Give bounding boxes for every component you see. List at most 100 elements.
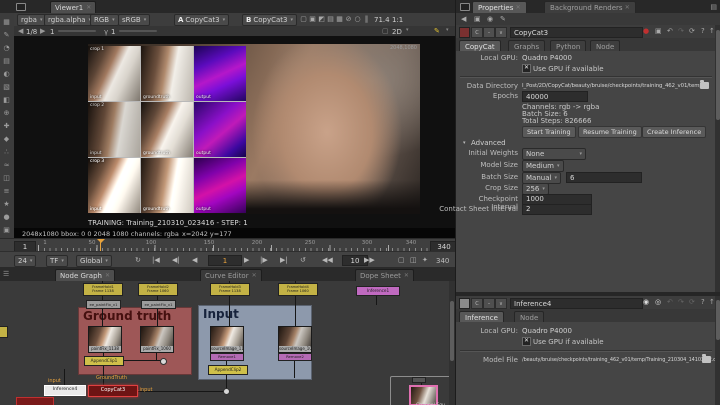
downrez-value[interactable]: 1/8 bbox=[26, 28, 37, 36]
eye-icon[interactable]: ◉ bbox=[487, 15, 493, 23]
transform-tool-icon[interactable]: ✚ bbox=[1, 120, 12, 131]
wipe-pencil-icon[interactable]: ✎ bbox=[434, 27, 440, 35]
help-icon[interactable]: ? bbox=[701, 298, 705, 306]
channel-tool-icon[interactable]: ▤ bbox=[1, 55, 12, 66]
back-icon[interactable]: ◀ bbox=[461, 15, 466, 23]
3d-tool-icon[interactable]: ◆ bbox=[1, 133, 12, 144]
initial-weights-dropdown[interactable]: None bbox=[522, 147, 586, 160]
node-name-field[interactable]: CopyCat3 bbox=[510, 27, 643, 38]
gamma-slider[interactable] bbox=[119, 30, 157, 32]
node-graph[interactable]: Ground truth Input FrameHold1 Frame 1138 … bbox=[0, 281, 455, 405]
model-file-value[interactable]: /beauty/bruise/checkpoints/training_462_… bbox=[522, 357, 720, 363]
redo-icon[interactable]: ↷ bbox=[678, 298, 684, 306]
node-paintfix-gizmo1[interactable]: ee_paintFix_v1 bbox=[86, 300, 121, 309]
lock-icon[interactable]: ▣ bbox=[474, 15, 481, 23]
viewer-menu-arrow-icon[interactable]: ▾ bbox=[446, 27, 449, 33]
node-dot[interactable] bbox=[160, 358, 167, 365]
use-gpu-checkbox[interactable] bbox=[522, 337, 531, 346]
node-remove2[interactable]: Remove2 bbox=[278, 353, 312, 361]
resume-training-button[interactable]: Resume Training bbox=[578, 126, 642, 138]
views-tool-icon[interactable]: ◫ bbox=[1, 172, 12, 183]
playhead-marker-icon[interactable] bbox=[97, 239, 105, 243]
display-channels-dropdown[interactable]: RGB bbox=[90, 14, 119, 26]
node-color-chip[interactable] bbox=[459, 27, 470, 38]
downrez-right-icon[interactable]: ▶ bbox=[40, 27, 45, 35]
node-remove1[interactable]: Remove1 bbox=[210, 353, 244, 361]
batch-size-field[interactable]: 6 bbox=[566, 172, 642, 183]
node-appendclip1[interactable]: AppendClip1 bbox=[84, 356, 124, 366]
node-copycat3[interactable]: CopyCat3 bbox=[88, 385, 138, 397]
gain-icon[interactable]: ▤ bbox=[326, 14, 335, 24]
node-color-chip[interactable] bbox=[459, 298, 470, 309]
filter-tool-icon[interactable]: ▧ bbox=[1, 81, 12, 92]
goto-end-icon[interactable]: ▶| bbox=[280, 256, 288, 264]
scrollbar-thumb[interactable] bbox=[716, 300, 720, 340]
node-inference1[interactable]: Inference1 bbox=[356, 286, 400, 296]
center-node-button[interactable]: C bbox=[471, 298, 483, 309]
roi-icon[interactable]: ▢ bbox=[299, 14, 308, 24]
display-mask-icon[interactable]: ▦ bbox=[335, 14, 344, 24]
deep-tool-icon[interactable]: ≈ bbox=[1, 159, 12, 170]
use-gpu-checkbox[interactable] bbox=[522, 64, 531, 73]
lock-range-icon[interactable]: ✦ bbox=[422, 256, 428, 264]
frame-decrement-icon[interactable]: ◀◀ bbox=[322, 256, 333, 264]
properties-scrollbar[interactable] bbox=[715, 25, 720, 292]
compare-icon[interactable]: ◎ bbox=[655, 298, 661, 306]
range-scope-dropdown[interactable]: Global bbox=[76, 255, 112, 267]
tab-viewer1[interactable]: Viewer1 ✕ bbox=[50, 1, 97, 13]
input-a-dropdown[interactable]: A CopyCat3 bbox=[174, 14, 230, 26]
other-tool-icon[interactable]: ● bbox=[1, 211, 12, 222]
inference-scrollbar[interactable] bbox=[715, 296, 720, 405]
node-source-thumb1[interactable]: sourceImage_1138 bbox=[210, 326, 244, 353]
wipe-icon[interactable]: ◩ bbox=[317, 14, 326, 24]
node-small[interactable] bbox=[412, 377, 426, 383]
particles-tool-icon[interactable]: ∴ bbox=[1, 146, 12, 157]
undo-icon[interactable]: ↶ bbox=[667, 298, 673, 306]
pencil-icon[interactable]: ✎ bbox=[500, 15, 506, 23]
timeline-ruler[interactable]: 1 1 50 100 150 200 250 300 340 340 bbox=[0, 238, 458, 252]
node-framehold3[interactable]: FrameHold3 Frame 1138 bbox=[210, 283, 250, 296]
folder-icon[interactable] bbox=[700, 80, 709, 89]
node-fragment[interactable] bbox=[16, 397, 54, 405]
center-node-button[interactable]: C bbox=[471, 27, 483, 38]
alpha-layer-dropdown[interactable]: rgba.alpha bbox=[44, 14, 96, 26]
next-keyframe-icon[interactable]: |▶ bbox=[260, 256, 268, 264]
colorspace-dropdown[interactable]: sRGB bbox=[118, 14, 151, 26]
metadata-tool-icon[interactable]: ≡ bbox=[1, 185, 12, 196]
node-framehold2[interactable]: FrameHold2 Frame 1060 bbox=[138, 283, 178, 296]
gain-slider[interactable] bbox=[58, 30, 96, 32]
goto-start-icon[interactable]: |◀ bbox=[152, 256, 160, 264]
merge-tool-icon[interactable]: ⊕ bbox=[1, 107, 12, 118]
loop-mode-icon[interactable]: ↻ bbox=[135, 256, 141, 264]
float-icon[interactable]: ↑ bbox=[709, 27, 715, 35]
gamma-value[interactable]: 1 bbox=[111, 28, 115, 36]
view-mode-value[interactable]: 2D bbox=[392, 28, 402, 36]
step-forward-icon[interactable]: ▶ bbox=[244, 256, 249, 264]
prev-keyframe-icon[interactable]: ◀| bbox=[172, 256, 180, 264]
node-paintfix-thumb1[interactable]: paintFix_1138 bbox=[88, 326, 122, 353]
contact-sheet-interval-field[interactable]: 2 bbox=[522, 203, 592, 215]
data-directory-value[interactable]: I_Post/2D/CopyCat/beauty/bruise/checkpoi… bbox=[522, 83, 705, 89]
downrez-left-icon[interactable]: ◀ bbox=[18, 27, 23, 35]
start-training-button[interactable]: Start Training bbox=[522, 126, 576, 138]
close-icon[interactable]: ✕ bbox=[252, 272, 257, 279]
occlusion-icon[interactable]: ○ bbox=[353, 14, 362, 24]
node-paintfix-thumb2[interactable]: paintFix_1060 bbox=[140, 326, 174, 353]
node-fragment[interactable] bbox=[0, 326, 8, 338]
color-tool-icon[interactable]: ◐ bbox=[1, 68, 12, 79]
close-icon[interactable]: ✕ bbox=[105, 272, 110, 279]
expand-button[interactable]: ∨ bbox=[495, 298, 507, 309]
tab-dope-sheet[interactable]: Dope Sheet ✕ bbox=[355, 269, 414, 281]
minimize-button[interactable]: – bbox=[483, 27, 495, 38]
node-channel-thumb[interactable] bbox=[409, 385, 438, 405]
viewer-image-area[interactable]: 2048,1080 crop 1 input groundtruth outpu… bbox=[14, 36, 455, 228]
pane-monitor-icon[interactable] bbox=[16, 3, 26, 11]
scrollbar-thumb[interactable] bbox=[450, 301, 454, 361]
help-icon[interactable]: ? bbox=[701, 27, 705, 35]
toolsets-tool-icon[interactable]: ★ bbox=[1, 198, 12, 209]
node-dot[interactable] bbox=[223, 388, 230, 395]
zoom-level[interactable]: 71.4 bbox=[374, 16, 390, 24]
record-icon[interactable]: ● bbox=[643, 27, 649, 35]
scrollbar-thumb[interactable] bbox=[716, 30, 720, 120]
close-icon[interactable]: ✕ bbox=[625, 4, 630, 11]
